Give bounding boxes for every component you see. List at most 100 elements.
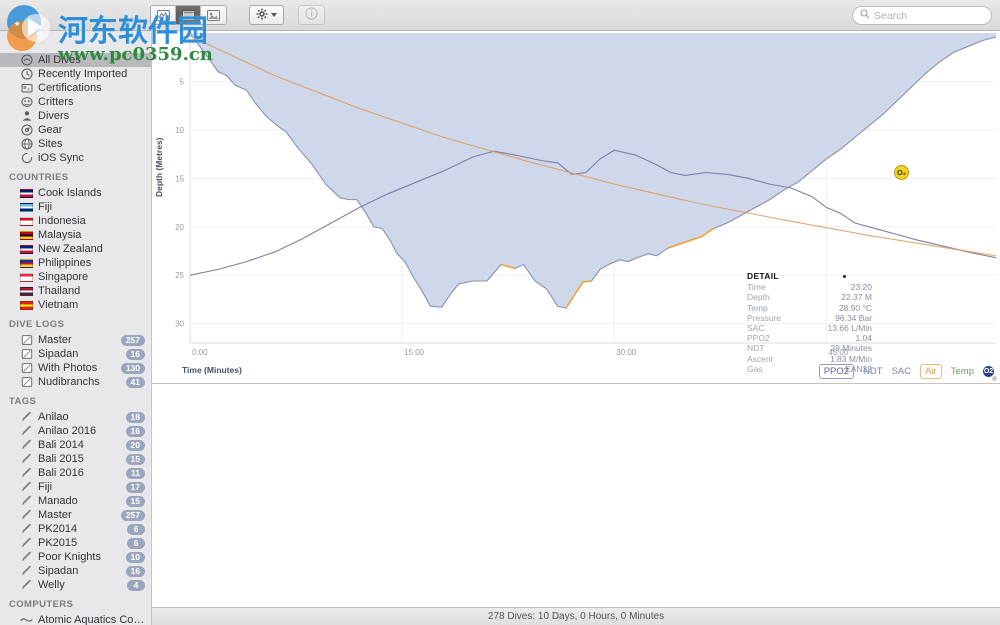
svg-text:20: 20 xyxy=(175,223,184,232)
app-window: All DivesRecently ImportedcCertification… xyxy=(0,0,1000,625)
legend-ndt[interactable]: NDT xyxy=(863,366,883,377)
view-mode-segmented-control[interactable] xyxy=(150,5,227,25)
sidebar-item-label: Master xyxy=(38,334,116,346)
svg-text:30: 30 xyxy=(175,320,184,329)
sidebar-item-vietnam[interactable]: Vietnam xyxy=(0,298,151,312)
search-field[interactable] xyxy=(852,6,992,25)
sidebar-item-gear[interactable]: Gear xyxy=(0,123,151,137)
o2-marker-icon[interactable]: O₂ xyxy=(894,165,909,180)
sidebar-item-label: PK2014 xyxy=(38,523,122,535)
legend-air[interactable]: Air xyxy=(920,364,942,379)
tag-icon xyxy=(20,537,33,550)
sidebar-item-manado[interactable]: Manado15 xyxy=(0,494,151,508)
sidebar-item-pk2015[interactable]: PK20156 xyxy=(0,536,151,550)
svg-text:45:00: 45:00 xyxy=(828,348,849,357)
sidebar-item-bali-2015[interactable]: Bali 201515 xyxy=(0,452,151,466)
legend-ppo2[interactable]: PPO2 xyxy=(819,364,854,379)
smart-folder-icon xyxy=(20,334,33,347)
sidebar-item-atomic-aquatics-cobalt[interactable]: Atomic Aquatics Cobalt xyxy=(0,613,151,625)
tag-icon xyxy=(20,467,33,480)
legend-sac[interactable]: SAC xyxy=(892,366,912,377)
sidebar-item-label: Bali 2014 xyxy=(38,439,121,451)
sidebar-item-welly[interactable]: Welly4 xyxy=(0,578,151,592)
sidebar-item-critters[interactable]: Critters xyxy=(0,95,151,109)
sidebar-item-master[interactable]: Master 257 xyxy=(0,508,151,522)
tag-icon xyxy=(20,523,33,536)
sidebar-item-cook-islands[interactable]: Cook Islands xyxy=(0,186,151,200)
sidebar-item-label: Thailand xyxy=(38,285,145,297)
sidebar-item-label: Sipadan xyxy=(38,565,121,577)
sidebar-item-count-badge: 20 xyxy=(126,440,145,451)
sidebar-section-dive-logs: DIVE LOGS xyxy=(0,312,151,333)
view-profile-icon[interactable] xyxy=(151,6,176,24)
sidebar-item-master[interactable]: Master257 xyxy=(0,333,151,347)
sidebar-item-label: Nudibranchs xyxy=(38,376,121,388)
sidebar-item-label: Anilao xyxy=(38,411,121,423)
flag-icon xyxy=(20,257,33,270)
sidebar-item-label: Bali 2015 xyxy=(38,453,121,465)
scroll-nub[interactable] xyxy=(992,376,997,381)
sidebar-item-new-zealand[interactable]: New Zealand xyxy=(0,242,151,256)
sidebar-item-pk2014[interactable]: PK20146 xyxy=(0,522,151,536)
sidebar-item-poor-knights[interactable]: Poor Knights10 xyxy=(0,550,151,564)
sidebar-item-count-badge: 18 xyxy=(126,412,145,423)
svg-text:10: 10 xyxy=(175,126,184,135)
search-input[interactable] xyxy=(874,10,984,22)
sidebar-item-anilao-2016[interactable]: Anilao 201616 xyxy=(0,424,151,438)
sidebar-item-label: Anilao 2016 xyxy=(38,425,121,437)
sidebar-item-nudibranchs[interactable]: Nudibranchs 41 xyxy=(0,375,151,389)
sidebar-item-recently-imported[interactable]: Recently Imported xyxy=(0,67,151,81)
sidebar-section-computers: COMPUTERS xyxy=(0,592,151,613)
sidebar-item-divers[interactable]: Divers xyxy=(0,109,151,123)
sidebar-item-label: Sipadan xyxy=(38,348,121,360)
sidebar-item-label: Sites xyxy=(38,138,145,150)
sidebar-item-count-badge: 257 xyxy=(121,510,145,521)
sidebar-item-label: Master xyxy=(38,509,116,521)
sidebar-item-with-photos[interactable]: With Photos 130 xyxy=(0,361,151,375)
sidebar-section-tags: TAGS xyxy=(0,389,151,410)
sidebar-item-malaysia[interactable]: Malaysia xyxy=(0,228,151,242)
flag-icon xyxy=(20,201,33,214)
sidebar-item-label: iOS Sync xyxy=(38,152,145,164)
dive-profile-chart[interactable]: 510152025300:0015:0030:0045:00 Depth (Me… xyxy=(152,31,1000,383)
sidebar-item-count-badge: 41 xyxy=(126,377,145,388)
sidebar-item-label: With Photos xyxy=(38,362,116,374)
sidebar-item-thailand[interactable]: Thailand xyxy=(0,284,151,298)
sidebar-item-certifications[interactable]: cCertifications xyxy=(0,81,151,95)
info-button[interactable] xyxy=(298,5,325,25)
sidebar-item-bali-2016[interactable]: Bali 201611 xyxy=(0,466,151,480)
sidebar-item-count-badge: 15 xyxy=(126,496,145,507)
sidebar-item-ios-sync[interactable]: iOS Sync xyxy=(0,151,151,165)
chart-legend[interactable]: PPO2NDTSACAirTempO2 xyxy=(819,364,994,379)
sidebar[interactable]: All DivesRecently ImportedcCertification… xyxy=(0,31,152,625)
sidebar-item-label: Recently Imported xyxy=(38,68,145,80)
card-icon: c xyxy=(20,82,33,95)
legend-temp[interactable]: Temp xyxy=(951,366,974,377)
svg-text:15: 15 xyxy=(175,174,184,183)
sidebar-item-count-badge: 130 xyxy=(121,363,145,374)
sidebar-item-singapore[interactable]: Singapore xyxy=(0,270,151,284)
view-photos-icon[interactable] xyxy=(201,6,226,24)
sidebar-item-all-dives[interactable]: All Dives xyxy=(0,53,151,67)
settings-gear-button[interactable] xyxy=(249,5,284,25)
sidebar-item-count-badge: 6 xyxy=(127,538,145,549)
sidebar-item-anilao[interactable]: Anilao 18 xyxy=(0,410,151,424)
svg-text:15:00: 15:00 xyxy=(404,348,425,357)
tag-icon xyxy=(20,439,33,452)
sidebar-item-bali-2014[interactable]: Bali 2014 20 xyxy=(0,438,151,452)
sidebar-item-label: Gear xyxy=(38,124,145,136)
sidebar-item-sipadan[interactable]: Sipadan16 xyxy=(0,564,151,578)
tag-icon xyxy=(20,425,33,438)
sidebar-item-sites[interactable]: Sites xyxy=(0,137,151,151)
dive-table-container[interactable] xyxy=(152,383,1000,607)
sidebar-item-label: Atomic Aquatics Cobalt xyxy=(38,614,145,625)
sidebar-item-philippines[interactable]: Philippines xyxy=(0,256,151,270)
tag-icon xyxy=(20,579,33,592)
sidebar-item-label: Malaysia xyxy=(38,229,145,241)
sidebar-item-indonesia[interactable]: Indonesia xyxy=(0,214,151,228)
sidebar-item-fiji[interactable]: Fiji xyxy=(0,200,151,214)
sidebar-item-count-badge: 4 xyxy=(127,580,145,591)
view-list-icon[interactable] xyxy=(176,6,201,24)
sidebar-item-sipadan[interactable]: Sipadan16 xyxy=(0,347,151,361)
sidebar-item-fiji[interactable]: Fiji17 xyxy=(0,480,151,494)
